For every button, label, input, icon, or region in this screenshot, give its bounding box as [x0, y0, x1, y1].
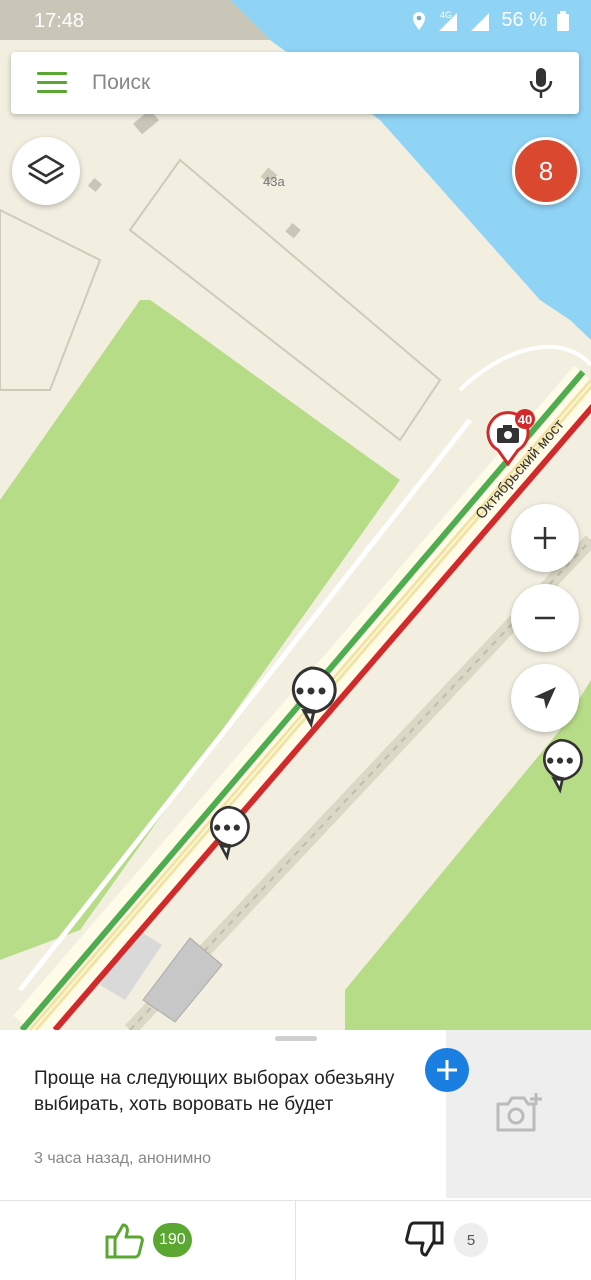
microphone-icon[interactable] — [529, 67, 553, 99]
layers-button[interactable] — [12, 137, 80, 205]
speed-camera-icon[interactable]: 40 — [484, 408, 540, 468]
traffic-score-value: 8 — [538, 155, 554, 186]
search-bar[interactable]: Поиск — [11, 52, 579, 114]
chat-bubble-icon[interactable] — [203, 805, 251, 861]
plus-icon — [534, 527, 556, 549]
dislike-count: 5 — [454, 1223, 488, 1257]
vote-divider — [295, 1201, 296, 1280]
like-button[interactable]: 190 — [105, 1221, 192, 1259]
speed-limit-value: 40 — [518, 412, 532, 427]
building-number: 43а — [263, 174, 285, 189]
traffic-score-badge[interactable]: 8 — [512, 137, 580, 205]
dislike-button[interactable]: 5 — [404, 1221, 488, 1259]
comment-meta: 3 часа назад, анонимно — [34, 1150, 212, 1167]
thumbs-up-icon — [105, 1223, 144, 1259]
chat-bubble-icon[interactable] — [284, 666, 338, 728]
map-view[interactable]: 43а Октябрьский мост 40 — [0, 0, 591, 1030]
add-photo-area[interactable] — [446, 1030, 591, 1198]
search-input[interactable]: Поиск — [92, 71, 150, 95]
battery-icon — [557, 10, 569, 31]
add-comment-button[interactable] — [425, 1048, 469, 1092]
menu-icon[interactable] — [37, 72, 67, 94]
signal-4g-icon — [439, 12, 458, 31]
zoom-in-button[interactable] — [511, 504, 579, 572]
status-time: 17:48 — [34, 10, 85, 32]
thumbs-down-icon — [405, 1221, 444, 1257]
battery-percent: 56 % — [501, 9, 547, 31]
minus-icon — [535, 616, 555, 620]
comment-sheet[interactable]: Проще на следующих выборах обезьяну выби… — [0, 1030, 591, 1280]
chat-bubble-icon[interactable] — [536, 738, 584, 794]
my-location-button[interactable] — [511, 664, 579, 732]
sheet-handle[interactable] — [275, 1036, 317, 1041]
location-icon — [413, 11, 426, 30]
signal-icon — [471, 12, 490, 31]
like-count: 190 — [153, 1223, 192, 1257]
map-canvas: 43а Октябрьский мост — [0, 0, 591, 1030]
layers-icon — [27, 154, 65, 185]
plus-icon — [437, 1060, 457, 1080]
vote-bar: 190 5 — [0, 1200, 591, 1280]
zoom-out-button[interactable] — [511, 584, 579, 652]
status-bar: 17:48 4G 56 % — [0, 0, 591, 44]
navigation-arrow-icon — [534, 687, 556, 709]
add-photo-icon — [496, 1093, 542, 1132]
comment-text: Проще на следующих выборах обезьяну выби… — [34, 1068, 395, 1115]
